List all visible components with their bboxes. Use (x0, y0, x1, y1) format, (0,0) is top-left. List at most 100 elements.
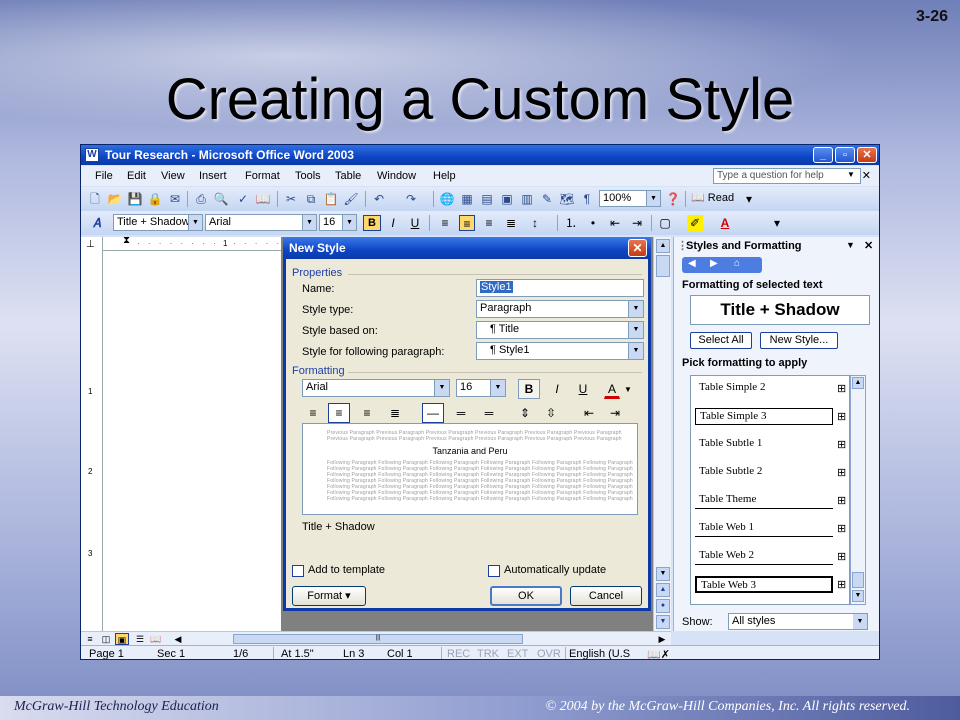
chevron-down-icon[interactable]: ▼ (624, 385, 632, 394)
font-select[interactable]: Arial ▼ (205, 214, 317, 231)
scroll-thumb[interactable] (852, 572, 864, 588)
dialog-close-icon[interactable]: ✕ (628, 239, 647, 257)
styles-pane-icon[interactable]: 𝐴 (89, 215, 105, 231)
scroll-thumb[interactable] (656, 255, 670, 277)
border-icon[interactable]: ▢ (657, 215, 673, 231)
increase-indent-icon[interactable]: ⇥ (629, 215, 645, 231)
menu-help[interactable]: Help (433, 170, 456, 182)
email-icon[interactable]: ✉ (167, 191, 183, 207)
dialog-bold-button[interactable]: B (518, 379, 540, 399)
vertical-ruler[interactable]: ⊥ 1 2 3 (81, 237, 103, 631)
minimize-button[interactable]: _ (813, 147, 833, 163)
ok-button[interactable]: OK (490, 586, 562, 606)
dialog-titlebar[interactable]: New Style ✕ (283, 237, 651, 259)
home-icon[interactable]: ⌂ (734, 258, 740, 269)
list-item[interactable]: Table Theme (695, 492, 833, 509)
styles-list-scrollbar[interactable]: ▲ ▼ (850, 375, 866, 605)
open-folder-icon[interactable]: 📂 (107, 191, 123, 207)
dialog-align-right-icon[interactable]: ≡ (356, 403, 378, 423)
chevron-down-icon[interactable]: ▼ (342, 215, 356, 230)
insert-excel-icon[interactable]: ▣ (499, 191, 515, 207)
chevron-down-icon[interactable]: ▼ (302, 215, 316, 230)
status-rec[interactable]: REC (447, 648, 470, 659)
toolbar-options-icon[interactable]: ▾ (769, 215, 785, 231)
read-button[interactable]: 📖 Read (691, 191, 734, 207)
forward-icon[interactable]: ▶ (710, 258, 718, 269)
dialog-align-center-icon[interactable]: ≡ (328, 403, 350, 423)
menu-file[interactable]: File (95, 170, 113, 182)
menu-edit[interactable]: Edit (127, 170, 146, 182)
columns-icon[interactable]: ▥ (519, 191, 535, 207)
menu-window[interactable]: Window (377, 170, 416, 182)
chevron-down-icon[interactable]: ▼ (188, 215, 202, 230)
help-dropdown-icon[interactable]: ▼ (847, 170, 855, 179)
dialog-underline-button[interactable]: U (572, 379, 594, 399)
new-document-icon[interactable]: 🗋 (87, 191, 103, 207)
align-right-icon[interactable]: ≡ (481, 215, 497, 231)
scroll-left-icon[interactable]: ◀ (171, 633, 185, 645)
hyperlink-icon[interactable]: 🌐 (439, 191, 455, 207)
dialog-align-left-icon[interactable]: ≡ (302, 403, 324, 423)
spelling-icon[interactable]: ✓ (235, 191, 251, 207)
outline-view-icon[interactable]: ☰ (133, 633, 147, 645)
horizontal-ruler[interactable]: ⧗ · · · · · · · · 1 · · · · · · (103, 235, 283, 257)
permission-icon[interactable]: 🔒 (147, 191, 163, 207)
maximize-button[interactable]: ▫ (835, 147, 855, 163)
style-select[interactable]: Title + Shadow ▼ (113, 214, 203, 231)
select-all-button[interactable]: Select All (690, 332, 752, 349)
justify-icon[interactable]: ≣ (503, 215, 519, 231)
align-left-icon[interactable]: ≡ (437, 215, 453, 231)
dialog-decrease-indent-icon[interactable]: ⇤ (578, 403, 600, 423)
zoom-select[interactable]: 100% ▼ (599, 190, 661, 207)
format-menu-button[interactable]: Format ▾ (292, 586, 366, 606)
show-select[interactable]: All styles ▼ (728, 613, 868, 630)
back-icon[interactable]: ◀ (688, 258, 696, 269)
menu-insert[interactable]: Insert (199, 170, 227, 182)
horizontal-scroll-thumb[interactable]: ||| (233, 634, 523, 644)
style-type-select[interactable]: Paragraph ▼ (476, 300, 644, 318)
italic-button[interactable]: I (385, 215, 401, 231)
help-icon[interactable]: ❓ (665, 191, 681, 207)
save-icon[interactable]: 💾 (127, 191, 143, 207)
scroll-up-icon[interactable]: ▲ (852, 377, 864, 389)
format-painter-icon[interactable]: 🖌 (343, 191, 359, 207)
reading-layout-icon[interactable]: 📖 (149, 633, 163, 645)
toolbar-options-icon[interactable]: ▾ (741, 191, 757, 207)
list-item[interactable]: Table Simple 3 (695, 408, 833, 425)
document-page[interactable] (103, 251, 281, 631)
document-close-icon[interactable]: ✕ (862, 169, 871, 182)
web-layout-icon[interactable]: ◫ (99, 633, 113, 645)
auto-update-checkbox[interactable] (488, 565, 500, 577)
menu-table[interactable]: Table (335, 170, 361, 182)
scroll-down-icon[interactable]: ▼ (852, 590, 864, 602)
style-name-input[interactable]: Style1 (476, 279, 644, 297)
dialog-increase-indent-icon[interactable]: ⇥ (604, 403, 626, 423)
redo-icon[interactable]: ↷ (403, 191, 419, 207)
selected-style-preview[interactable]: Title + Shadow (690, 295, 870, 325)
research-icon[interactable]: 📖 (255, 191, 271, 207)
dialog-size-select[interactable]: 16 ▼ (456, 379, 506, 397)
undo-icon[interactable]: ↶ (371, 191, 387, 207)
dialog-font-select[interactable]: Arial ▼ (302, 379, 450, 397)
bullets-icon[interactable]: • (585, 215, 601, 231)
new-style-button[interactable]: New Style... (760, 332, 838, 349)
menu-tools[interactable]: Tools (295, 170, 321, 182)
dialog-font-color-icon[interactable]: A (604, 379, 620, 399)
list-item[interactable]: Table Web 3 (695, 576, 833, 593)
print-icon[interactable]: ⎙ (193, 191, 209, 207)
auto-update-label[interactable]: Automatically update (504, 564, 606, 576)
paste-icon[interactable]: 📋 (323, 191, 339, 207)
align-center-icon[interactable]: ≡ (459, 215, 475, 231)
add-to-template-label[interactable]: Add to template (308, 564, 385, 576)
cancel-button[interactable]: Cancel (570, 586, 642, 606)
dialog-italic-button[interactable]: I (546, 379, 568, 399)
chevron-down-icon[interactable]: ▼ (628, 301, 643, 317)
insert-table-icon[interactable]: ▤ (479, 191, 495, 207)
chevron-down-icon[interactable]: ▼ (853, 614, 867, 629)
status-ext[interactable]: EXT (507, 648, 528, 659)
scroll-down-icon[interactable]: ▼ (656, 567, 670, 581)
numbering-icon[interactable]: ⒈ (563, 215, 579, 231)
normal-view-icon[interactable]: ≡ (83, 633, 97, 645)
spelling-status-icon[interactable]: 📖✗ (647, 648, 670, 659)
underline-button[interactable]: U (407, 215, 423, 231)
